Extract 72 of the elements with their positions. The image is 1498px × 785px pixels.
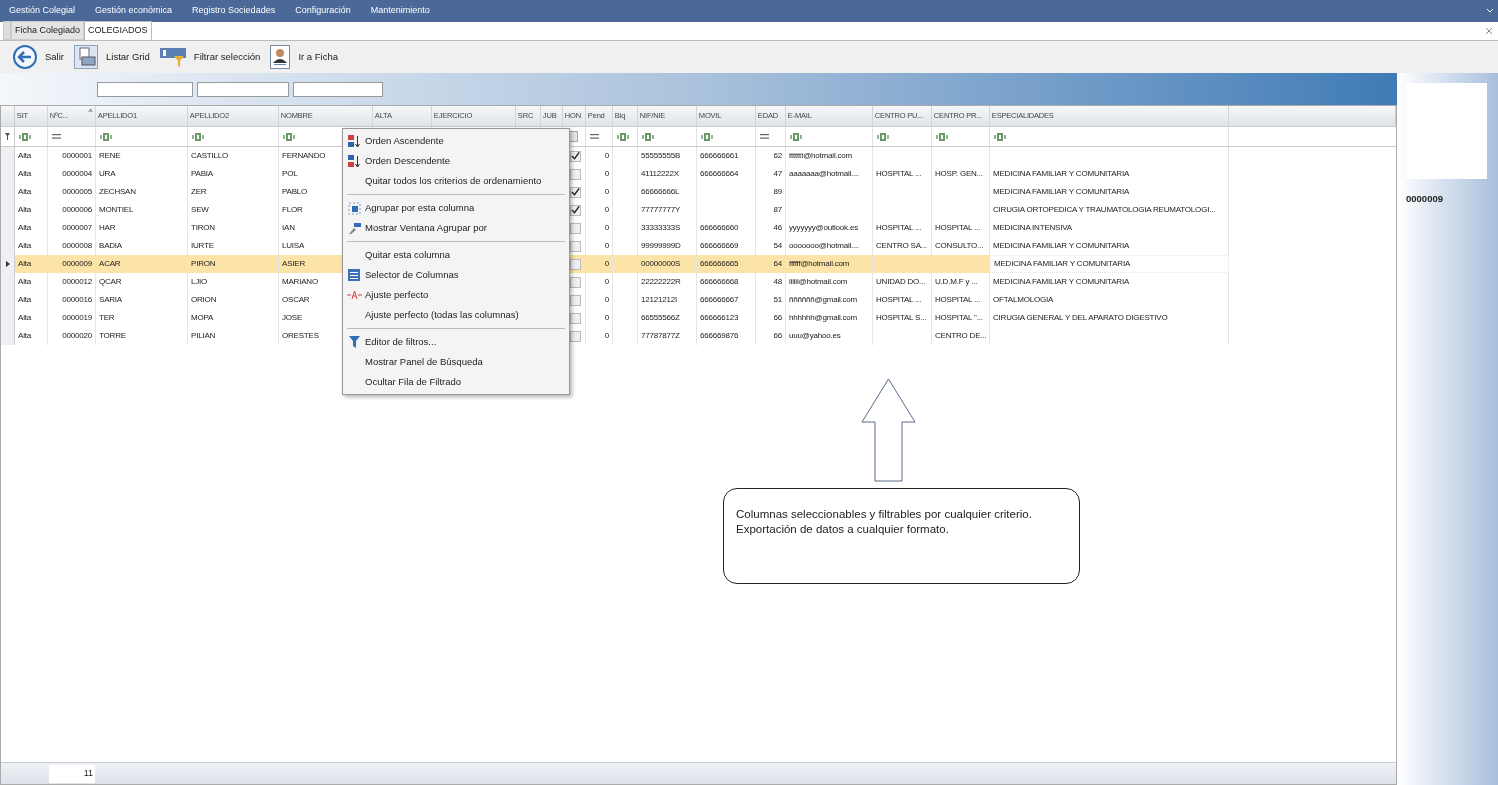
current-row-icon [5,261,10,267]
checkbox[interactable] [570,168,581,180]
checkbox[interactable] [570,240,581,252]
text-filter-icon [701,132,713,141]
sort-ascending-icon [347,134,361,148]
toolbar-button[interactable]: Filtrar selección [159,46,261,68]
checkbox[interactable] [570,204,581,216]
table-cell: 0 [586,327,613,345]
search-field[interactable] [97,81,193,97]
checkbox[interactable] [570,150,581,162]
menu-item[interactable]: Configuración [295,4,351,18]
column-list-icon [348,269,360,281]
toolbar-button[interactable]: Ir a Ficha [270,45,338,69]
text-filter-icon [617,132,629,141]
menu-item[interactable]: Gestión económica [95,4,173,18]
checkbox[interactable] [570,276,581,288]
tab[interactable]: COLEGIADOS [84,21,152,40]
text-filter-icon [936,132,948,141]
equals-icon [52,134,61,139]
table-cell: Alta [15,327,48,345]
sort-arrow-icon [87,108,93,112]
menu-item[interactable]: Registro Sociedades [192,4,276,18]
toolbar-button[interactable]: Listar Grid [74,45,150,69]
record-count: 11 [49,764,95,783]
table-cell: CENTRO DE... [932,327,990,345]
table-cell: 66 [756,327,786,345]
search-field[interactable] [293,81,383,97]
pin-icon [5,133,10,140]
person-card-icon [270,45,291,69]
text-filter-icon [790,132,802,141]
printer-icon [74,45,98,69]
best-fit-icon [346,291,362,299]
search-field[interactable] [197,81,289,97]
menu-item[interactable]: Gestión Colegial [9,4,76,18]
table-cell: TORRE [96,327,188,345]
menu-item[interactable]: Mostrar Panel de Búsqueda [343,352,569,372]
table-cell: uuu@yahoo.es [786,327,873,345]
table-cell: 0000020 [48,327,96,345]
text-filter-icon [994,132,1006,141]
group-window-icon [347,221,361,235]
table-cell: 666669876 [697,327,756,345]
tab-strip-handle [3,21,11,40]
checkbox[interactable] [570,258,581,270]
checkbox[interactable] [570,186,581,198]
text-filter-icon [19,132,31,141]
text-filter-icon [877,132,889,141]
member-code: 0000009 [1406,192,1444,206]
menu-item[interactable]: Mantenimiento [370,4,430,18]
checkbox[interactable] [570,330,581,342]
filter-selection-icon [159,46,186,68]
equals-icon [760,134,769,139]
callout-text: Exportación de datos a cualquier formato. [736,522,950,537]
toolbar-button[interactable]: Salir [13,45,64,69]
checkbox[interactable] [570,312,581,324]
equals-icon [590,134,599,139]
tab[interactable]: Ficha Colegiado [11,21,85,40]
checkbox[interactable] [570,222,581,234]
text-filter-icon [642,132,654,141]
callout-text: Columnas seleccionables y filtrables por cualquier criterio. [736,507,1033,522]
checkbox[interactable] [570,294,581,306]
chevron-down-icon[interactable] [1486,8,1494,14]
text-filter-icon [100,132,112,141]
close-icon[interactable] [1485,27,1493,35]
menu-item[interactable]: Ocultar Fila de Filtrado [343,372,569,392]
text-filter-icon [283,132,295,141]
table-cell: MEDICINA FAMILIAR Y COMUNITARIA [990,255,1229,273]
group-icon [347,201,361,215]
table-cell: 77787877Z [638,327,697,345]
filter-icon [348,336,360,348]
table-cell: PILIAN [188,327,279,345]
text-filter-icon [192,132,204,141]
sort-descending-icon [347,154,361,168]
